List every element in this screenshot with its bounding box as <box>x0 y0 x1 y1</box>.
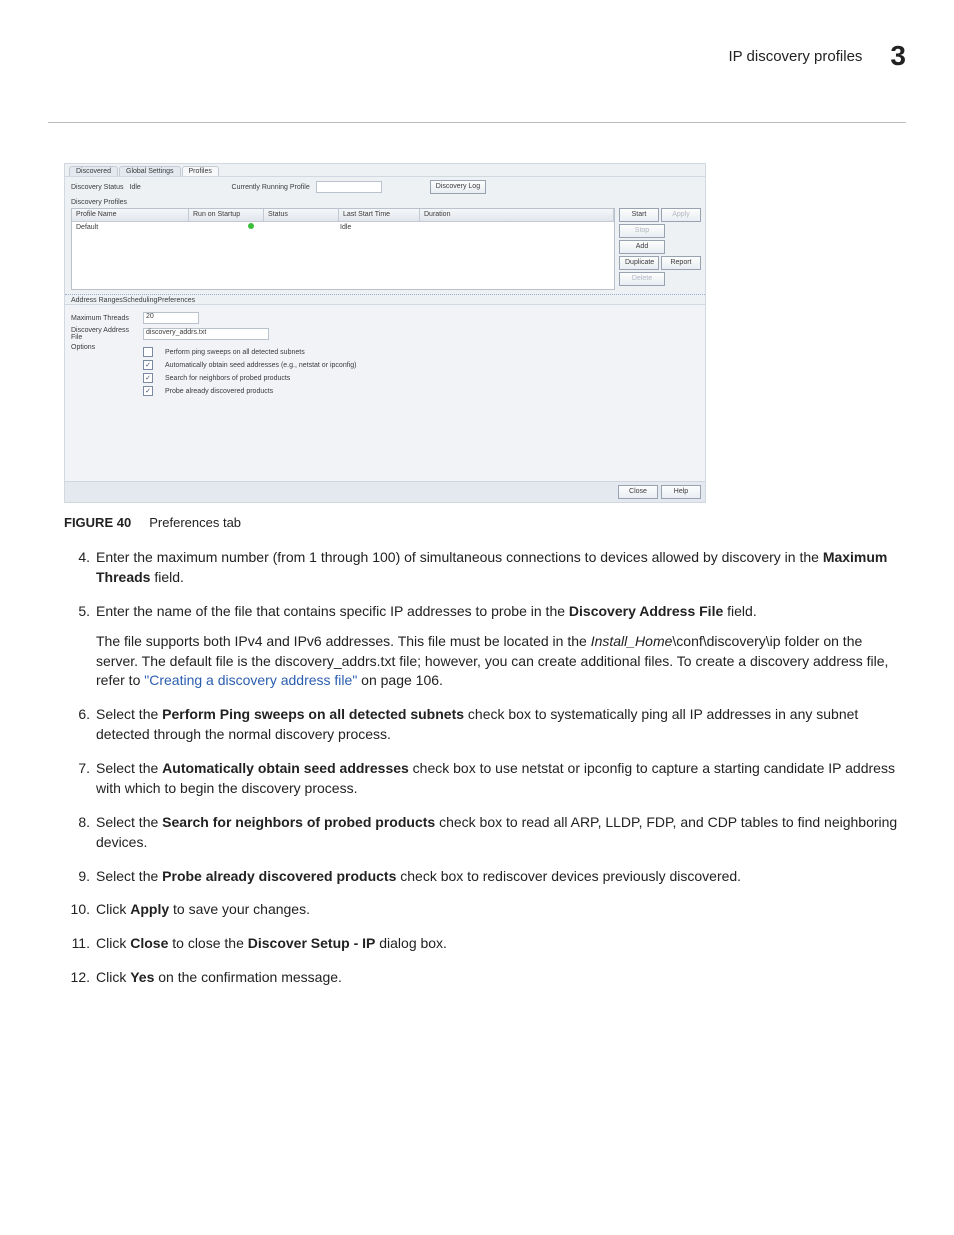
delete-button: Delete <box>619 272 665 286</box>
discovery-status-label: Discovery Status <box>71 184 124 191</box>
step-text: field. <box>150 569 183 585</box>
start-button[interactable]: Start <box>619 208 659 222</box>
checkbox-ping-sweeps[interactable] <box>143 347 153 357</box>
addr-file-label: Discovery Address File <box>71 327 135 341</box>
step-number: 5. <box>64 602 96 692</box>
cell-status <box>262 222 336 234</box>
opt-ping-sweeps: Perform ping sweeps on all detected subn… <box>165 349 305 356</box>
step-text: Enter the maximum number (from 1 through… <box>96 549 823 565</box>
step-bold: Discovery Address File <box>569 603 723 619</box>
currently-running-field[interactable] <box>316 181 382 193</box>
step-bold: Yes <box>130 969 154 985</box>
top-tabs: Discovered Global Settings Profiles <box>65 164 705 176</box>
step-text: to save your changes. <box>169 901 310 917</box>
max-threads-label: Maximum Threads <box>71 315 135 322</box>
step-number: 8. <box>64 813 96 853</box>
step-number: 7. <box>64 759 96 799</box>
opt-probe-discovered: Probe already discovered products <box>165 388 273 395</box>
step-text: Click <box>96 969 130 985</box>
header-title: IP discovery profiles <box>728 48 862 65</box>
currently-running-label: Currently Running Profile <box>232 184 310 191</box>
add-button[interactable]: Add <box>619 240 665 254</box>
sub-tabs: Address Ranges Scheduling Preferences <box>65 295 705 304</box>
step-number: 11. <box>64 934 96 954</box>
step-text: Select the <box>96 760 162 776</box>
checkbox-auto-seed[interactable] <box>143 360 153 370</box>
step-bold: Perform Ping sweeps on all detected subn… <box>162 706 464 722</box>
step-text: dialog box. <box>375 935 447 951</box>
dialog-bottom-bar: Close Help <box>65 481 705 502</box>
report-button[interactable]: Report <box>661 256 701 270</box>
step-text: check box to rediscover devices previous… <box>396 868 741 884</box>
discovery-log-button[interactable]: Discovery Log <box>430 180 486 194</box>
profile-action-buttons: Start Apply Stop Add Duplicate Report De… <box>619 208 701 290</box>
step-text: on the confirmation message. <box>154 969 342 985</box>
chapter-number: 3 <box>890 40 906 72</box>
step-italic: Install_Home <box>591 633 673 649</box>
tab-profiles[interactable]: Profiles <box>182 166 219 176</box>
help-button[interactable]: Help <box>661 485 701 499</box>
figure-caption: FIGURE 40 Preferences tab <box>64 515 906 530</box>
step-number: 10. <box>64 900 96 920</box>
preferences-panel: Maximum Threads 20 Discovery Address Fil… <box>65 304 705 481</box>
checkbox-probe-discovered[interactable] <box>143 386 153 396</box>
max-threads-field[interactable]: 20 <box>143 312 199 324</box>
step-text: field. <box>723 603 756 619</box>
step-text: The file supports both IPv4 and IPv6 add… <box>96 633 591 649</box>
tab-preferences[interactable]: Preferences <box>157 297 195 304</box>
col-profile-name[interactable]: Profile Name <box>72 209 189 221</box>
discovery-status-value: Idle <box>130 184 170 191</box>
step-bold: Probe already discovered products <box>162 868 396 884</box>
step-text: Enter the name of the file that contains… <box>96 603 569 619</box>
step-text: to close the <box>168 935 247 951</box>
col-last-start-time[interactable]: Last Start Time <box>339 209 420 221</box>
page-header: IP discovery profiles 3 <box>48 40 906 72</box>
figure-title: Preferences tab <box>149 515 241 530</box>
step-bold: Search for neighbors of probed products <box>162 814 435 830</box>
step-bold: Apply <box>130 901 169 917</box>
step-number: 4. <box>64 548 96 588</box>
close-button[interactable]: Close <box>618 485 658 499</box>
tab-global-settings[interactable]: Global Settings <box>119 166 180 176</box>
step-bold: Automatically obtain seed addresses <box>162 760 409 776</box>
cell-last-start-status: Idle <box>336 222 416 234</box>
tab-address-ranges[interactable]: Address Ranges <box>71 297 123 304</box>
profiles-grid[interactable]: Profile Name Run on Startup Status Last … <box>71 208 615 290</box>
step-number: 12. <box>64 968 96 988</box>
apply-button: Apply <box>661 208 701 222</box>
tab-scheduling[interactable]: Scheduling <box>123 297 158 304</box>
step-text: Select the <box>96 706 162 722</box>
col-duration[interactable]: Duration <box>420 209 614 221</box>
step-text: Click <box>96 901 130 917</box>
startup-checkbox-icon[interactable] <box>248 223 254 229</box>
step-text: Click <box>96 935 130 951</box>
step-number: 9. <box>64 867 96 887</box>
figure-number: FIGURE 40 <box>64 515 131 530</box>
duplicate-button[interactable]: Duplicate <box>619 256 659 270</box>
step-number: 6. <box>64 705 96 745</box>
col-status[interactable]: Status <box>264 209 339 221</box>
cell-duration <box>416 222 424 234</box>
options-label: Options <box>71 344 135 351</box>
checkbox-neighbors[interactable] <box>143 373 153 383</box>
cell-profile-name: Default <box>72 222 188 234</box>
table-row[interactable]: Default Idle <box>72 222 614 234</box>
instruction-steps: 4. Enter the maximum number (from 1 thro… <box>64 548 906 988</box>
step-bold: Close <box>130 935 168 951</box>
grid-header: Profile Name Run on Startup Status Last … <box>72 209 614 222</box>
step-text: Select the <box>96 868 162 884</box>
step-text: Select the <box>96 814 162 830</box>
opt-auto-seed: Automatically obtain seed addresses (e.g… <box>165 362 356 369</box>
options-group: Perform ping sweeps on all detected subn… <box>143 344 356 399</box>
opt-neighbors: Search for neighbors of probed products <box>165 375 290 382</box>
discovery-profiles-title: Discovery Profiles <box>65 197 705 208</box>
stop-button: Stop <box>619 224 665 238</box>
col-run-on-startup[interactable]: Run on Startup <box>189 209 264 221</box>
screenshot-dialog: Discovered Global Settings Profiles Disc… <box>64 163 706 503</box>
addr-file-field[interactable]: discovery_addrs.txt <box>143 328 269 340</box>
step-bold: Discover Setup - IP <box>248 935 376 951</box>
step-text: on page 106. <box>357 672 443 688</box>
cross-reference-link[interactable]: "Creating a discovery address file" <box>144 672 357 688</box>
tab-discovered[interactable]: Discovered <box>69 166 118 176</box>
